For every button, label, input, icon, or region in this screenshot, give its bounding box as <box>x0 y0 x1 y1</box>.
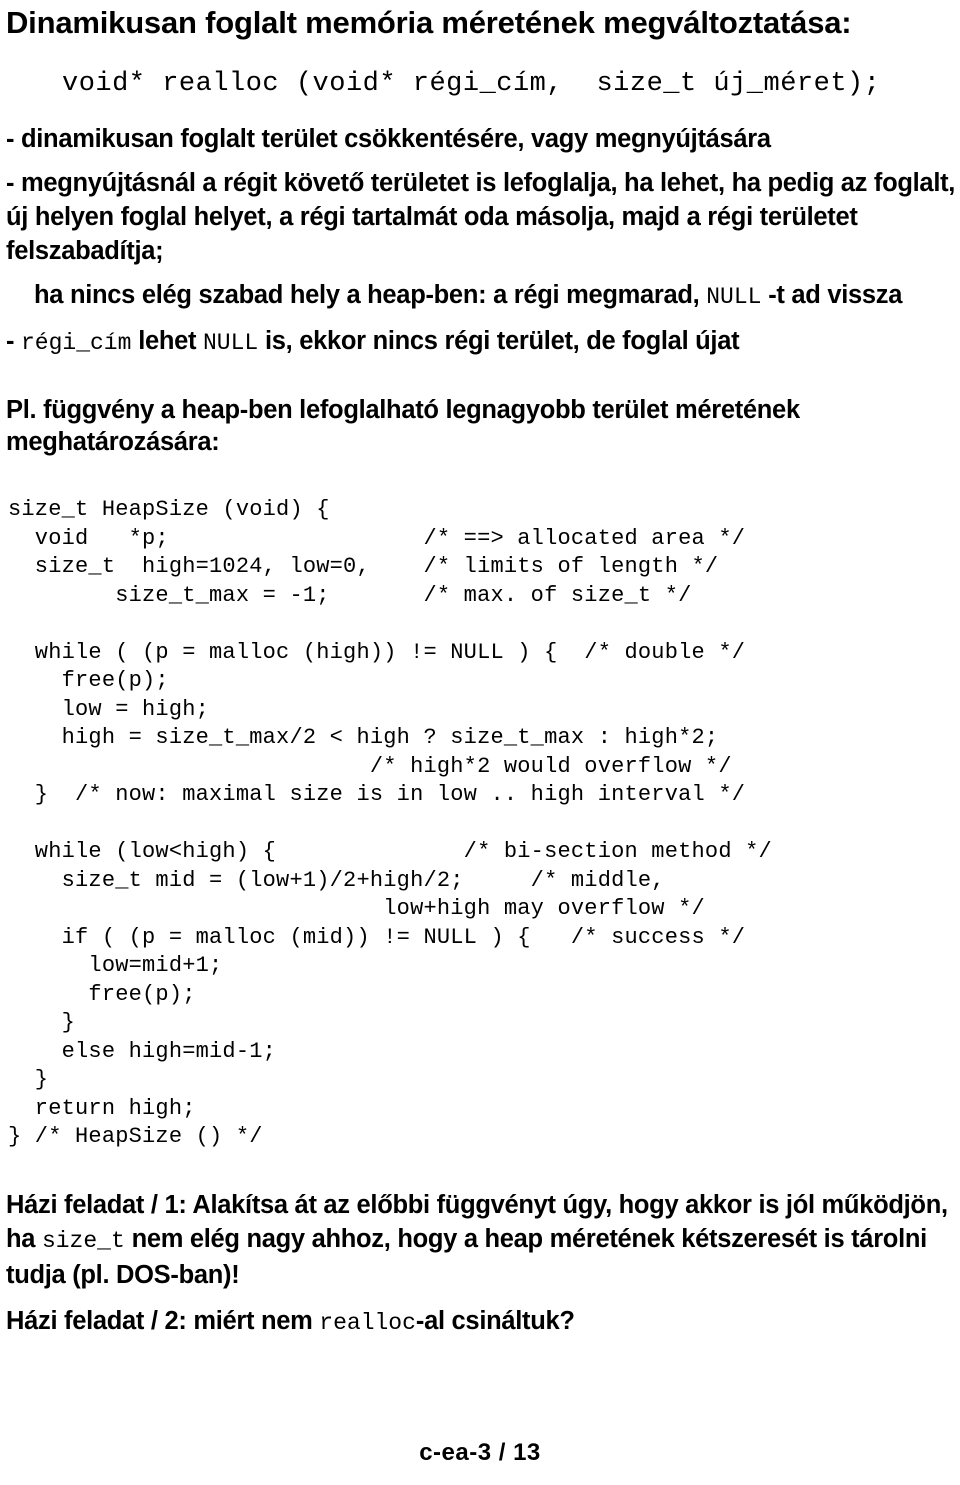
bullet-item-no-space: ha nincs elég szabad hely a heap-ben: a … <box>34 278 956 314</box>
bullet-item-grow-behaviour: - megnyújtásnál a régit követő területet… <box>6 169 956 265</box>
null-keyword: NULL <box>706 284 762 310</box>
section-heading-heapsize: Pl. függvény a heap-ben lefoglalható leg… <box>6 396 800 456</box>
slide-page: Dinamikusan foglalt memória méretének me… <box>0 4 960 1485</box>
bullet-item-null-old-address: - régi_cím lehet NULL is, ekkor nincs ré… <box>6 324 956 360</box>
bullet-list: - dinamikusan foglalt terület csökkentés… <box>4 122 956 360</box>
function-signature-code: void* realloc (void* régi_cím, size_t új… <box>62 69 881 99</box>
homework-section: Házi feladat / 1: Alakítsa át az előbbi … <box>4 1188 956 1340</box>
page-footer: c-ea-3 / 13 <box>419 1439 541 1466</box>
regi-cim-parameter: régi_cím <box>20 330 132 356</box>
realloc-function: realloc <box>319 1309 416 1336</box>
no-space-text-before: ha nincs elég szabad hely a heap-ben: a … <box>34 281 707 309</box>
homework-1-text: Házi feladat / 1: Alakítsa át az előbbi … <box>6 1188 956 1292</box>
no-space-text-after: -t ad vissza <box>761 281 903 309</box>
null-keyword: NULL <box>203 330 259 356</box>
homework-item-2: Házi feladat / 2: miért nem realloc-al c… <box>4 1304 956 1340</box>
homework-1-part-after: nem elég nagy ahhoz, hogy a heap méretén… <box>6 1224 927 1289</box>
homework-item-1: Házi feladat / 1: Alakítsa át az előbbi … <box>4 1188 956 1292</box>
homework-2-part-before: Házi feladat / 2: miért nem <box>6 1306 320 1335</box>
homework-2-text: Házi feladat / 2: miért nem realloc-al c… <box>6 1304 956 1340</box>
null-text-after: is, ekkor nincs régi terület, de foglal … <box>258 327 740 355</box>
homework-2-part-after: -al csináltuk? <box>415 1306 575 1335</box>
bullet-item-shrink-grow: - dinamikusan foglalt terület csökkentés… <box>6 125 771 153</box>
heapsize-code-listing: size_t HeapSize (void) { void *p; /* ==>… <box>8 497 772 1149</box>
null-text-before: lehet <box>131 327 203 355</box>
size-t-type: size_t <box>41 1227 125 1254</box>
bullet-dash: - <box>6 327 21 355</box>
page-title: Dinamikusan foglalt memória méretének me… <box>6 5 852 40</box>
